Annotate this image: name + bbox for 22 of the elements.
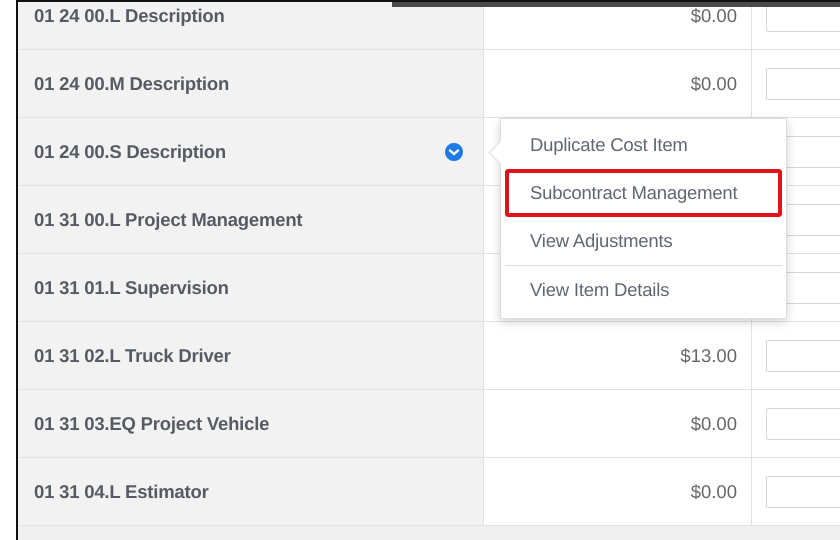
amount-text: $0.00	[690, 480, 737, 502]
item-name: 01 24 00.L Description	[34, 4, 225, 26]
menu-item[interactable]: View Adjustments	[505, 217, 782, 265]
item-name: 01 31 01.L Supervision	[34, 276, 229, 298]
menu-item[interactable]: View Item Details	[505, 265, 782, 314]
menu-item[interactable]: Subcontract Management	[505, 169, 782, 217]
input-field[interactable]	[766, 68, 840, 100]
chevron-down-icon[interactable]	[445, 142, 463, 160]
item-name: 01 31 03.EQ Project Vehicle	[34, 412, 270, 434]
item-name: 01 24 00.S Description	[34, 140, 226, 162]
input-field[interactable]	[766, 408, 840, 440]
item-name: 01 31 00.L Project Management	[34, 208, 302, 230]
item-name: 01 31 04.L Estimator	[34, 480, 209, 502]
amount-text: $13.00	[680, 344, 737, 366]
amount-text: $0.00	[690, 4, 737, 26]
input-field[interactable]	[766, 476, 840, 508]
item-name: 01 24 00.M Description	[34, 72, 230, 94]
amount-text: $0.00	[690, 72, 737, 94]
menu-item[interactable]: Duplicate Cost Item	[505, 121, 782, 169]
input-field[interactable]	[766, 340, 840, 372]
item-name: 01 31 02.L Truck Driver	[34, 344, 231, 366]
amount-text: $0.00	[690, 412, 737, 434]
